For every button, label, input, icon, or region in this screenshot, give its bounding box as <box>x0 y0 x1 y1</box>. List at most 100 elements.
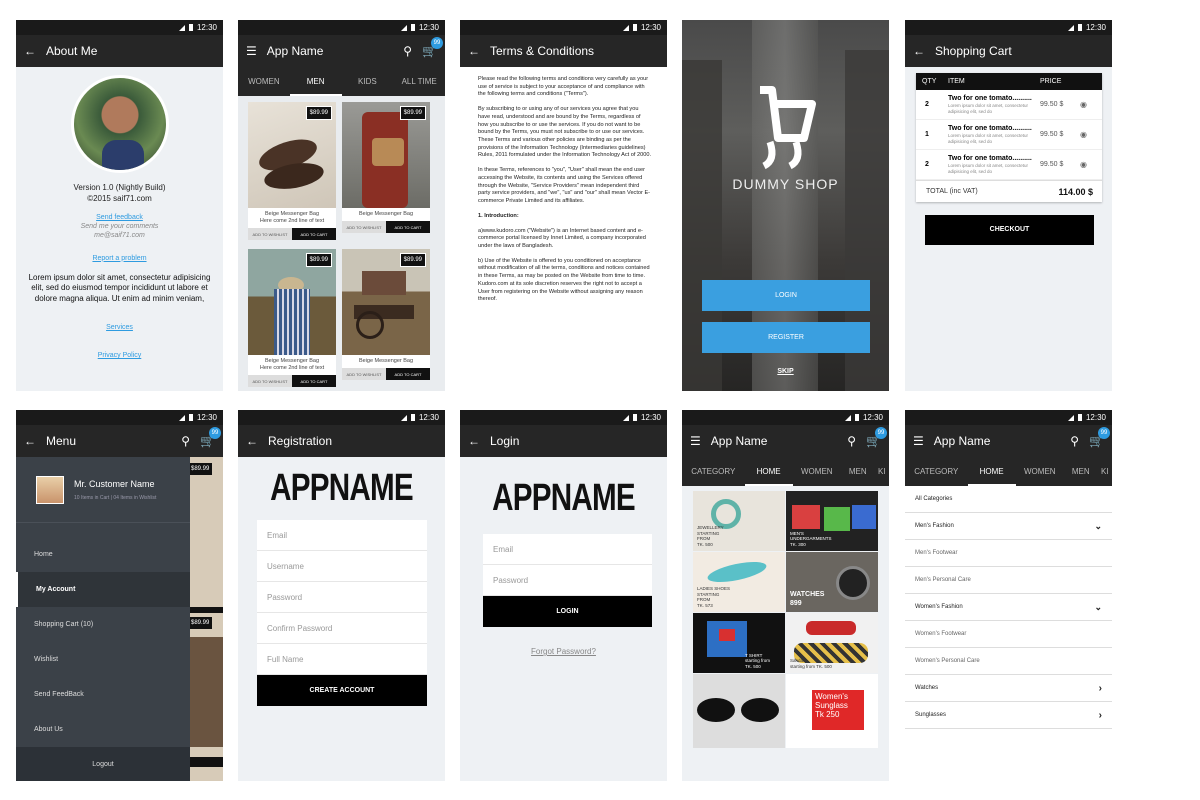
category-item[interactable]: Men's Fashion ⌄ <box>905 513 1112 540</box>
back-arrow-icon[interactable]: ← <box>468 435 480 447</box>
tab-men[interactable]: MEN <box>841 457 875 486</box>
cart-icon[interactable]: 🛒 99 <box>866 427 887 447</box>
category-item[interactable]: Women's Fashion ⌄ <box>905 594 1112 621</box>
product-card[interactable]: $89.99 Beige Messenger Bag Here come 2nd … <box>248 249 336 388</box>
cart-badge: 99 <box>875 427 887 439</box>
status-bar: 12:30 <box>460 20 667 35</box>
drawer-item-send-feedback[interactable]: Send FeedBack <box>16 677 190 712</box>
product-card[interactable]: $89.99 Beige Messenger Bag ADD TO WISHLI… <box>342 249 430 381</box>
send-feedback-link[interactable]: Send feedback <box>16 213 223 222</box>
row-qty[interactable]: 2 <box>916 101 942 108</box>
checkout-button[interactable]: CHECKOUT <box>925 215 1094 245</box>
hamburger-menu-icon[interactable]: ☰ <box>246 45 257 57</box>
services-link[interactable]: Services <box>106 324 133 331</box>
forgot-password-link[interactable]: Forgot Password? <box>531 647 596 656</box>
privacy-policy-link[interactable]: Privacy Policy <box>98 352 142 359</box>
add-to-wishlist-button[interactable]: ADD TO WISHLIST <box>248 375 292 388</box>
tab-kids[interactable]: KI <box>875 457 889 486</box>
cart-row: 2 Two for one tomato.......... Lorem ipsum… <box>916 150 1102 180</box>
back-arrow-icon[interactable]: ← <box>246 435 258 447</box>
promo-tile[interactable]: T SHIRT starting from TK. 500 <box>693 613 785 673</box>
tab-women[interactable]: WOMEN <box>1016 457 1064 486</box>
row-qty[interactable]: 1 <box>916 131 942 138</box>
tab-kids[interactable]: KI <box>1098 457 1112 486</box>
promo-tile[interactable]: MEN'S UNDERGARMENTS TK. 300 <box>786 491 878 551</box>
category-label: Women's Personal Care <box>915 658 980 664</box>
promo-tile[interactable]: LADIES SHOES STARTING FROM TK. 573 <box>693 552 785 612</box>
username-field[interactable]: Username <box>257 551 427 582</box>
remove-icon[interactable]: ◉ <box>1080 100 1087 109</box>
drawer-item-shopping-cart[interactable]: Shopping Cart (10) <box>16 607 190 642</box>
promo-tile[interactable] <box>693 674 785 748</box>
tab-men[interactable]: MEN <box>289 67 342 96</box>
page-title: Registration <box>268 434 333 448</box>
drawer-item-home[interactable]: Home <box>16 537 190 572</box>
tab-home[interactable]: HOME <box>967 457 1016 486</box>
add-to-cart-button[interactable]: ADD TO CART <box>386 221 430 234</box>
search-icon[interactable]: ⚲ <box>847 435 856 447</box>
product-card[interactable]: $89.99 Beige Messenger Bag ADD TO WISHLI… <box>342 102 430 234</box>
hamburger-menu-icon[interactable]: ☰ <box>690 435 701 447</box>
add-to-wishlist-button[interactable]: ADD TO WISHLIST <box>342 221 386 234</box>
promo-tile[interactable]: JEWELLERY STARTING FROM TK. 500 <box>693 491 785 551</box>
skip-link[interactable]: SKIP <box>682 368 889 375</box>
tab-home[interactable]: HOME <box>744 457 793 486</box>
back-arrow-icon[interactable]: ← <box>24 435 36 447</box>
drawer-item-about-us[interactable]: About Us <box>16 712 190 747</box>
password-field[interactable]: Password <box>483 565 652 596</box>
add-to-cart-button[interactable]: ADD TO CART <box>292 375 336 388</box>
search-icon[interactable]: ⚲ <box>1070 435 1079 447</box>
create-account-button[interactable]: CREATE ACCOUNT <box>257 675 427 706</box>
category-item[interactable]: Men's Footwear <box>905 540 1112 567</box>
row-qty[interactable]: 2 <box>916 161 942 168</box>
add-to-wishlist-button[interactable]: ADD TO WISHLIST <box>342 368 386 381</box>
add-to-cart-button[interactable]: ADD TO CART <box>386 368 430 381</box>
search-icon[interactable]: ⚲ <box>181 435 190 447</box>
category-item[interactable]: Women's Personal Care <box>905 648 1112 675</box>
tab-women[interactable]: WOMEN <box>238 67 290 96</box>
report-problem-link[interactable]: Report a problem <box>92 255 146 262</box>
email-field[interactable]: Email <box>483 534 652 565</box>
email-field[interactable]: Email <box>257 520 427 551</box>
category-label: Watches <box>915 685 939 691</box>
confirm-password-field[interactable]: Confirm Password <box>257 613 427 644</box>
cart-icon[interactable]: 🛒 99 <box>1089 427 1110 447</box>
logout-button[interactable]: Logout <box>16 747 190 781</box>
price-tag: $89.99 <box>188 617 213 629</box>
remove-icon[interactable]: ◉ <box>1080 160 1087 169</box>
tab-all-time[interactable]: ALL TIME <box>393 67 445 96</box>
register-button[interactable]: REGISTER <box>702 322 870 353</box>
drawer-item-wishlist[interactable]: Wishlist <box>16 642 190 677</box>
password-field[interactable]: Password <box>257 582 427 613</box>
back-arrow-icon[interactable]: ← <box>24 45 36 57</box>
promo-tile[interactable]: Sandals starting from TK. 500 <box>786 613 878 673</box>
login-button[interactable]: LOGIN <box>702 280 870 311</box>
hamburger-menu-icon[interactable]: ☰ <box>913 435 924 447</box>
tab-women[interactable]: WOMEN <box>793 457 841 486</box>
promo-tile[interactable]: Women's Sunglass Tk 250 <box>786 674 878 748</box>
full-name-field[interactable]: Full Name <box>257 644 427 675</box>
tab-men[interactable]: MEN <box>1064 457 1098 486</box>
tab-category[interactable]: CATEGORY <box>682 457 745 486</box>
search-icon[interactable]: ⚲ <box>403 45 412 57</box>
drawer-item-my-account[interactable]: My Account <box>16 572 190 607</box>
category-item[interactable]: Sunglasses › <box>905 702 1112 729</box>
status-time: 12:30 <box>862 413 883 422</box>
remove-icon[interactable]: ◉ <box>1080 130 1087 139</box>
category-item[interactable]: Watches › <box>905 675 1112 702</box>
cart-icon[interactable]: 🛒 99 <box>200 427 221 447</box>
category-item[interactable]: All Categories <box>905 486 1112 513</box>
add-to-wishlist-button[interactable]: ADD TO WISHLIST <box>248 228 292 241</box>
back-arrow-icon[interactable]: ← <box>913 45 925 57</box>
status-bar: 12:30 <box>16 20 223 35</box>
add-to-cart-button[interactable]: ADD TO CART <box>292 228 336 241</box>
promo-tile[interactable]: WATCHES 899 <box>786 552 878 612</box>
login-button[interactable]: LOGIN <box>483 596 652 627</box>
back-arrow-icon[interactable]: ← <box>468 45 480 57</box>
category-item[interactable]: Women's Footwear <box>905 621 1112 648</box>
product-card[interactable]: $89.99 Beige Messenger Bag Here come 2nd … <box>248 102 336 241</box>
cart-icon[interactable]: 🛒 99 <box>422 37 443 57</box>
tab-category[interactable]: CATEGORY <box>905 457 968 486</box>
tab-kids[interactable]: KIDS <box>342 67 394 96</box>
category-item[interactable]: Men's Personal Care <box>905 567 1112 594</box>
